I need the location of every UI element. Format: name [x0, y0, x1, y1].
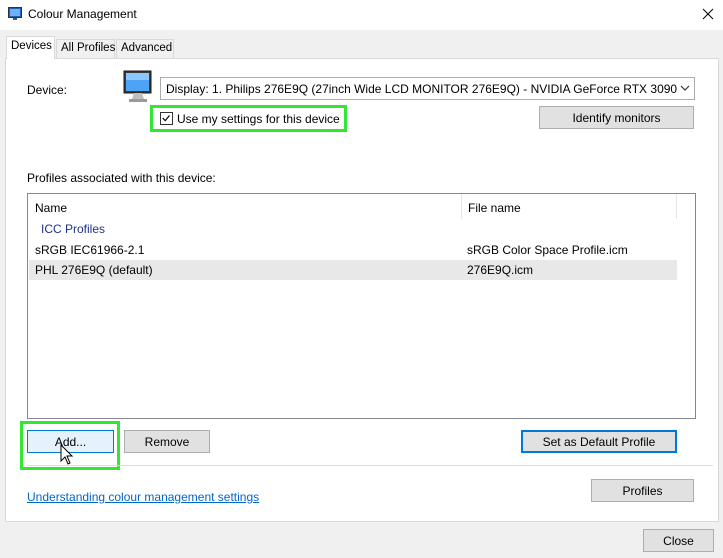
row-name: sRGB IEC61966-2.1	[35, 243, 145, 257]
table-row[interactable]: PHL 276E9Q (default) 276E9Q.icm	[29, 260, 677, 280]
row-file: sRGB Color Space Profile.icm	[467, 243, 628, 257]
tab-all-profiles-label: All Profiles	[61, 42, 116, 54]
row-file: 276E9Q.icm	[467, 263, 534, 277]
group-label-icc: ICC Profiles	[41, 222, 106, 236]
close-button[interactable]: Close	[643, 529, 714, 552]
tab-devices[interactable]: Devices	[6, 36, 55, 59]
title-bar: Colour Management	[0, 0, 723, 30]
monitor-icon	[123, 70, 152, 102]
device-select-value: Display: 1. Philips 276E9Q (27inch Wide …	[166, 82, 678, 96]
window-title: Colour Management	[28, 7, 137, 21]
use-settings-checkbox[interactable]	[160, 112, 173, 125]
profiles-button[interactable]: Profiles	[591, 479, 694, 502]
use-settings-label: Use my settings for this device	[177, 112, 340, 126]
tab-all-profiles[interactable]: All Profiles	[56, 39, 115, 58]
device-select[interactable]: Display: 1. Philips 276E9Q (27inch Wide …	[160, 77, 695, 100]
checkmark-icon	[162, 115, 170, 122]
chevron-down-icon	[680, 85, 690, 91]
divider	[27, 465, 713, 466]
tab-devices-label: Devices	[11, 40, 52, 52]
remove-button[interactable]: Remove	[124, 430, 210, 453]
mouse-cursor-icon	[60, 444, 74, 465]
colour-management-icon	[8, 7, 22, 20]
column-header-name[interactable]: Name	[28, 194, 461, 219]
column-divider[interactable]	[676, 194, 677, 219]
profiles-section-label: Profiles associated with this device:	[27, 171, 216, 185]
understanding-colour-link[interactable]: Understanding colour management settings	[27, 490, 259, 504]
row-name: PHL 276E9Q (default)	[35, 263, 153, 277]
identify-monitors-button[interactable]: Identify monitors	[539, 106, 694, 129]
close-icon[interactable]	[698, 4, 718, 24]
column-header-file[interactable]: File name	[461, 194, 676, 219]
table-row[interactable]: sRGB IEC61966-2.1 sRGB Color Space Profi…	[29, 240, 677, 260]
set-default-profile-button[interactable]: Set as Default Profile	[521, 430, 677, 453]
profiles-list[interactable]: Name File name ICC Profiles sRGB IEC6196…	[27, 193, 696, 419]
tab-advanced[interactable]: Advanced	[116, 39, 174, 58]
tab-advanced-label: Advanced	[121, 42, 173, 54]
device-label: Device:	[27, 83, 68, 97]
